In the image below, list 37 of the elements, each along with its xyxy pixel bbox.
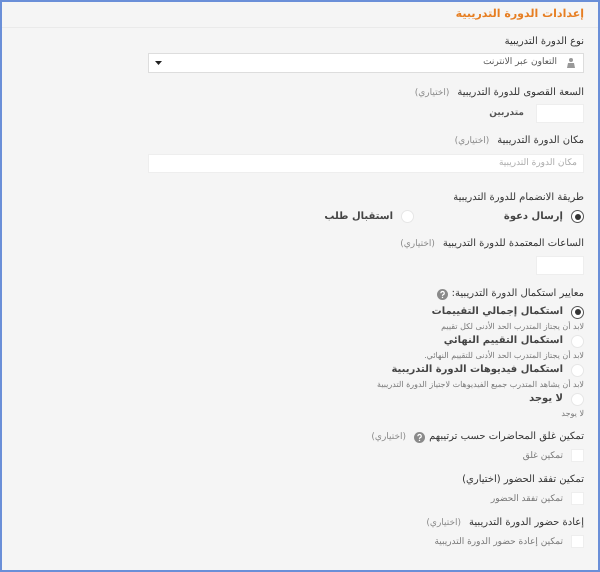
option-description: لا يوجد <box>560 408 584 420</box>
optional-note: (اختياري) <box>426 517 462 530</box>
field-label: معايير استكمال الدورة التدريبية: <box>452 287 584 301</box>
radio-button[interactable] <box>571 210 584 223</box>
checkbox-label: تمكين إعادة حضور الدورة التدريبية <box>434 536 563 548</box>
radio-label: إرسال دعوة <box>504 210 563 224</box>
field-label: تمكين غلق المحاضرات حسب ترتيبهم <box>429 430 584 444</box>
field-label: تمكين تفقد الحضور (اختياري) <box>462 473 584 487</box>
location-input[interactable]: مكان الدورة التدريبية <box>148 154 584 172</box>
optional-note: (اختياري) <box>454 134 490 148</box>
field-label: نوع الدورة التدريبية <box>504 34 584 48</box>
optional-note: (اختياري) <box>414 86 450 100</box>
radio-button[interactable] <box>571 306 584 318</box>
option-description: لابد أن يجتاز المتدرب الحد الأدنى للتقييم النهائي. <box>423 349 584 362</box>
radio-label: لا يوجد <box>529 392 563 406</box>
checkbox-label: تمكين غلق <box>522 450 563 462</box>
help-icon[interactable] <box>436 288 448 300</box>
field-label: مكان الدورة التدريبية <box>497 134 584 148</box>
course-type-select[interactable]: التعاون عبر الانترنت <box>148 53 584 73</box>
field-label: طريقة الانضمام للدورة التدريبية <box>453 191 584 205</box>
field-label: إعادة حضور الدورة التدريبية <box>469 516 584 530</box>
radio-label: استقبال طلب <box>324 210 393 224</box>
optional-note: (اختياري) <box>400 238 435 251</box>
optional-note: (اختياري) <box>371 431 406 444</box>
radio-label: استكمال إجمالي التقييمات <box>432 305 563 319</box>
option-description: لابد أن يشاهد المتدرب جميع الفيديوهات لاجتياز الدورة التدريبية <box>376 378 584 391</box>
select-value: التعاون عبر الانترنت <box>483 56 557 70</box>
section-title: إعدادات الدورة التدريبية <box>456 6 584 22</box>
unit-label: متدربين <box>489 106 524 120</box>
checkbox-label: تمكين تفقد الحضور <box>490 492 563 506</box>
field-label: السعة القصوى للدورة التدريبية <box>457 86 584 100</box>
radio-label: استكمال فيديوهات الدورة التدريبية <box>391 363 563 377</box>
field-label: الساعات المعتمدة للدورة التدريبية <box>442 237 584 251</box>
option-description: لابد أن يجتاز المتدرب الحد الأدنى لكل تقييم <box>440 320 584 333</box>
caret-icon <box>155 61 162 65</box>
radio-label: استكمال التقييم النهائي <box>444 334 563 348</box>
help-icon[interactable] <box>414 432 426 442</box>
